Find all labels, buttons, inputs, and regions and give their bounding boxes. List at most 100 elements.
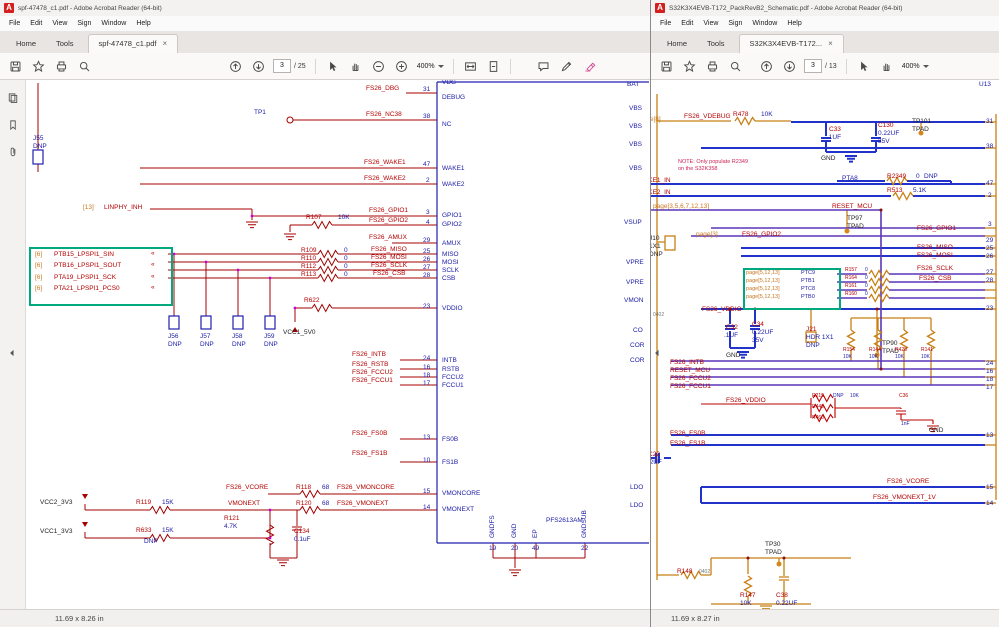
menu-view[interactable]: View: [698, 20, 723, 27]
document-canvas[interactable]: J55DNPTP1FS26_DBG31VDGDEBUGFS26_NC3838NC…: [26, 80, 650, 609]
highlighter-icon[interactable]: [583, 60, 596, 73]
schematic-label: 15: [986, 485, 993, 492]
schematic-label: FS26_GPIO2: [369, 218, 408, 225]
schematic-label: DNP: [168, 342, 182, 349]
toolbar-divider: [846, 59, 847, 74]
sidebar-toggle[interactable]: [7, 342, 18, 364]
tab-tools[interactable]: Tools: [46, 35, 84, 53]
schematic-label: 4.7K: [224, 524, 237, 531]
schematic-label: FS26_VCORE: [226, 485, 268, 492]
schematic-label: «: [151, 262, 155, 269]
schematic-label: 0: [916, 174, 920, 181]
schematic-label: GNDSUB: [582, 510, 589, 538]
bookmark-icon[interactable]: [7, 119, 19, 131]
menu-edit[interactable]: Edit: [676, 20, 698, 27]
schematic-label: 10K: [740, 601, 752, 608]
schematic-label: R147: [740, 593, 756, 600]
select-icon[interactable]: [857, 60, 870, 73]
pencil-icon[interactable]: [560, 60, 573, 73]
schematic-label: 35V: [752, 338, 764, 345]
schematic-label: CSB: [442, 276, 455, 283]
schematic-label: 10K: [895, 355, 904, 360]
schematic-label: FS1B: [442, 460, 458, 467]
page-count-label: / 13: [825, 63, 837, 70]
window-title: S32K3X4EVB-T172_PackRevB2_Schematic.pdf …: [669, 5, 902, 12]
acrobat-icon: A: [655, 3, 665, 13]
schematic-label: RESET_MCU: [670, 368, 710, 375]
zoom-level-select[interactable]: 400%: [902, 63, 929, 70]
schematic-label: 0: [865, 292, 868, 297]
sidebar-toggle[interactable]: [652, 342, 663, 364]
search-icon[interactable]: [78, 60, 91, 73]
hand-icon[interactable]: [880, 60, 893, 73]
schematic-label: R160: [845, 292, 857, 297]
tab-close-icon[interactable]: ×: [163, 40, 168, 48]
tab-close-icon[interactable]: ×: [828, 40, 833, 48]
menu-edit[interactable]: Edit: [25, 20, 47, 27]
schematic-label: FS26_FCCU2: [670, 376, 711, 383]
tab-home[interactable]: Home: [6, 35, 46, 53]
zoom-out-icon[interactable]: [372, 60, 385, 73]
page-up-icon[interactable]: [229, 60, 242, 73]
menu-window[interactable]: Window: [747, 20, 782, 27]
page-up-icon[interactable]: [760, 60, 773, 73]
tab-tools[interactable]: Tools: [697, 35, 735, 53]
schematic-label: DNP: [200, 342, 214, 349]
tab-bar: Home Tools S32K3X4EVB-T172... ×: [651, 31, 999, 53]
toolbar-divider: [315, 59, 316, 74]
page-number-input[interactable]: 3: [273, 59, 291, 73]
schematic-label: AMUX: [442, 241, 461, 248]
menu-file[interactable]: File: [4, 20, 25, 27]
menu-help[interactable]: Help: [131, 20, 155, 27]
menu-help[interactable]: Help: [782, 20, 806, 27]
caret-left-icon: [652, 347, 663, 359]
tab-home[interactable]: Home: [657, 35, 697, 53]
tab-document[interactable]: spf-47478_c1.pdf ×: [88, 34, 179, 53]
zoom-level-value: 400%: [417, 63, 435, 70]
save-icon[interactable]: [9, 60, 22, 73]
document-canvas[interactable]: U13page[8]FS26_VDEBUGR47810K31C33.1UFC13…: [651, 80, 999, 609]
schematic-label: 10K: [850, 394, 859, 399]
pages-icon[interactable]: [7, 92, 19, 104]
save-icon[interactable]: [660, 60, 673, 73]
page-down-icon[interactable]: [252, 60, 265, 73]
menu-sign[interactable]: Sign: [72, 20, 96, 27]
schematic-label: FS26_VCORE: [887, 479, 929, 486]
paperclip-icon[interactable]: [7, 146, 19, 158]
schematic-label: EP: [533, 529, 540, 538]
print-icon[interactable]: [55, 60, 68, 73]
schematic-label: 13: [423, 435, 430, 442]
schematic-label: R161: [845, 284, 857, 289]
fit-page-icon[interactable]: [487, 60, 500, 73]
star-icon[interactable]: [32, 60, 45, 73]
schematic-label: PTC8: [801, 287, 815, 293]
print-icon[interactable]: [706, 60, 719, 73]
schematic-label: TP97: [847, 216, 863, 223]
menu-view[interactable]: View: [47, 20, 72, 27]
zoom-in-icon[interactable]: [395, 60, 408, 73]
tab-document[interactable]: S32K3X4EVB-T172... ×: [739, 34, 844, 53]
menu-sign[interactable]: Sign: [723, 20, 747, 27]
page-down-icon[interactable]: [783, 60, 796, 73]
schematic-label: 0: [344, 248, 348, 255]
comment-icon[interactable]: [537, 60, 550, 73]
schematic-label: .1UF: [827, 135, 841, 142]
zoom-level-select[interactable]: 400%: [417, 63, 444, 70]
fit-width-icon[interactable]: [464, 60, 477, 73]
schematic-label: J58: [232, 334, 242, 341]
menu-window[interactable]: Window: [96, 20, 131, 27]
menu-file[interactable]: File: [655, 20, 676, 27]
schematic-label: VMONCORE: [442, 491, 480, 498]
schematic-label: FS26_INTB: [670, 360, 704, 367]
search-icon[interactable]: [729, 60, 742, 73]
tab-bar: Home Tools spf-47478_c1.pdf ×: [0, 31, 650, 53]
schematic-label: 16: [423, 365, 430, 372]
star-icon[interactable]: [683, 60, 696, 73]
schematic-label: 10K: [761, 112, 773, 119]
select-icon[interactable]: [326, 60, 339, 73]
page-number-input[interactable]: 3: [804, 59, 822, 73]
schematic-label: 29: [423, 238, 430, 245]
hand-icon[interactable]: [349, 60, 362, 73]
schematic-label: TP101: [912, 119, 931, 126]
schematic-label: J10: [651, 236, 659, 243]
